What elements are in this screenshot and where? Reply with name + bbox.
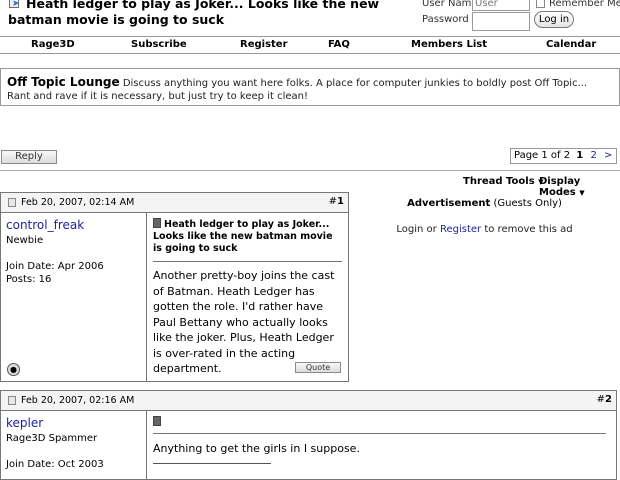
thread-title: ➤Heath ledger to play as Joker... Looks …: [8, 0, 416, 28]
post-2: Feb 20, 2007, 02:16 AM #2 kepler Rage3D …: [0, 390, 617, 480]
post-date: Feb 20, 2007, 02:14 AM: [21, 197, 134, 208]
offline-status-icon: ●: [7, 363, 20, 376]
login-box: User Name User Name Remember Me? Passwor…: [416, 0, 620, 30]
post-title-icon: [153, 218, 161, 228]
page-1[interactable]: 1: [576, 150, 583, 161]
message-box: Anything to get the girls in I suppose.: [148, 411, 612, 479]
thread-icon: ➤: [8, 0, 22, 9]
post-title: Heath ledger to play as Joker... Looks l…: [153, 218, 342, 262]
login-button[interactable]: Log in: [534, 11, 574, 28]
post-date: Feb 20, 2007, 02:16 AM: [21, 395, 134, 406]
post-title: [153, 416, 606, 434]
post-body: Another pretty-boy joins the cast of Bat…: [153, 262, 342, 377]
post-icon: [8, 198, 16, 207]
post-number[interactable]: #2: [597, 394, 612, 405]
password-input[interactable]: [472, 12, 530, 31]
username-link[interactable]: control_freak: [6, 219, 141, 232]
register-link[interactable]: Register: [440, 224, 481, 235]
ad-text: Login or Register to remove this ad: [349, 224, 620, 235]
post-header: Feb 20, 2007, 02:16 AM #2: [1, 391, 616, 411]
post-header: Feb 20, 2007, 02:14 AM #1: [1, 193, 348, 213]
nav-calendar[interactable]: Calendar: [546, 39, 596, 50]
nav-members-list[interactable]: Members List: [411, 39, 487, 50]
thread-tools-bar: Thread Tools ▼ Display Modes ▼: [0, 170, 620, 190]
user-rank: Rage3D Spammer: [6, 432, 141, 445]
post-body: Anything to get the girls in I suppose.: [153, 434, 606, 457]
post-count: Posts: 16: [6, 273, 141, 286]
username-label: User Name: [422, 0, 477, 9]
nav-rage3d[interactable]: Rage3D: [31, 39, 75, 50]
navbar: Rage3D Subscribe Register FAQ Members Li…: [0, 36, 620, 54]
page-navigation: Page 1 of 2 1 2 > ▼: [510, 148, 617, 164]
forum-info-box: Off Topic Lounge Discuss anything you wa…: [0, 68, 620, 106]
chevron-down-icon: ▼: [579, 189, 584, 197]
remember-label: Remember Me?: [549, 0, 620, 9]
user-info: control_freak Newbie Join Date: Apr 2006…: [1, 213, 147, 381]
message-box: Heath ledger to play as Joker... Looks l…: [148, 213, 348, 381]
post-icon: [8, 396, 16, 405]
thread-tools-menu[interactable]: Thread Tools ▼: [463, 176, 544, 187]
nav-faq[interactable]: FAQ: [328, 39, 350, 50]
quote-button[interactable]: Quote: [295, 362, 341, 373]
remember-checkbox[interactable]: [536, 0, 545, 8]
join-date: Join Date: Oct 2003: [6, 458, 141, 471]
page-2-link[interactable]: 2: [590, 150, 596, 161]
username-input[interactable]: User Name: [472, 0, 530, 11]
ad-title: Advertisement (Guests Only): [349, 198, 620, 209]
post-1: Feb 20, 2007, 02:14 AM #1 control_freak …: [0, 192, 349, 382]
forum-name[interactable]: Off Topic Lounge: [7, 75, 120, 89]
user-info: kepler Rage3D Spammer Join Date: Oct 200…: [1, 411, 147, 479]
next-page-link[interactable]: >: [604, 150, 612, 161]
thread-title-text: Heath ledger to play as Joker... Looks l…: [8, 0, 379, 27]
nav-subscribe[interactable]: Subscribe: [131, 39, 187, 50]
user-rank: Newbie: [6, 234, 141, 247]
signature-divider: [153, 463, 271, 464]
password-label: Password: [422, 14, 469, 25]
post-title-icon: [153, 416, 161, 426]
reply-button[interactable]: Reply: [1, 150, 57, 164]
join-date: Join Date: Apr 2006: [6, 260, 141, 273]
username-link[interactable]: kepler: [6, 417, 141, 430]
page-label: Page 1 of 2: [514, 150, 570, 161]
post-number[interactable]: #1: [329, 196, 344, 207]
display-modes-menu[interactable]: Display Modes ▼: [539, 176, 620, 198]
nav-register[interactable]: Register: [240, 39, 288, 50]
